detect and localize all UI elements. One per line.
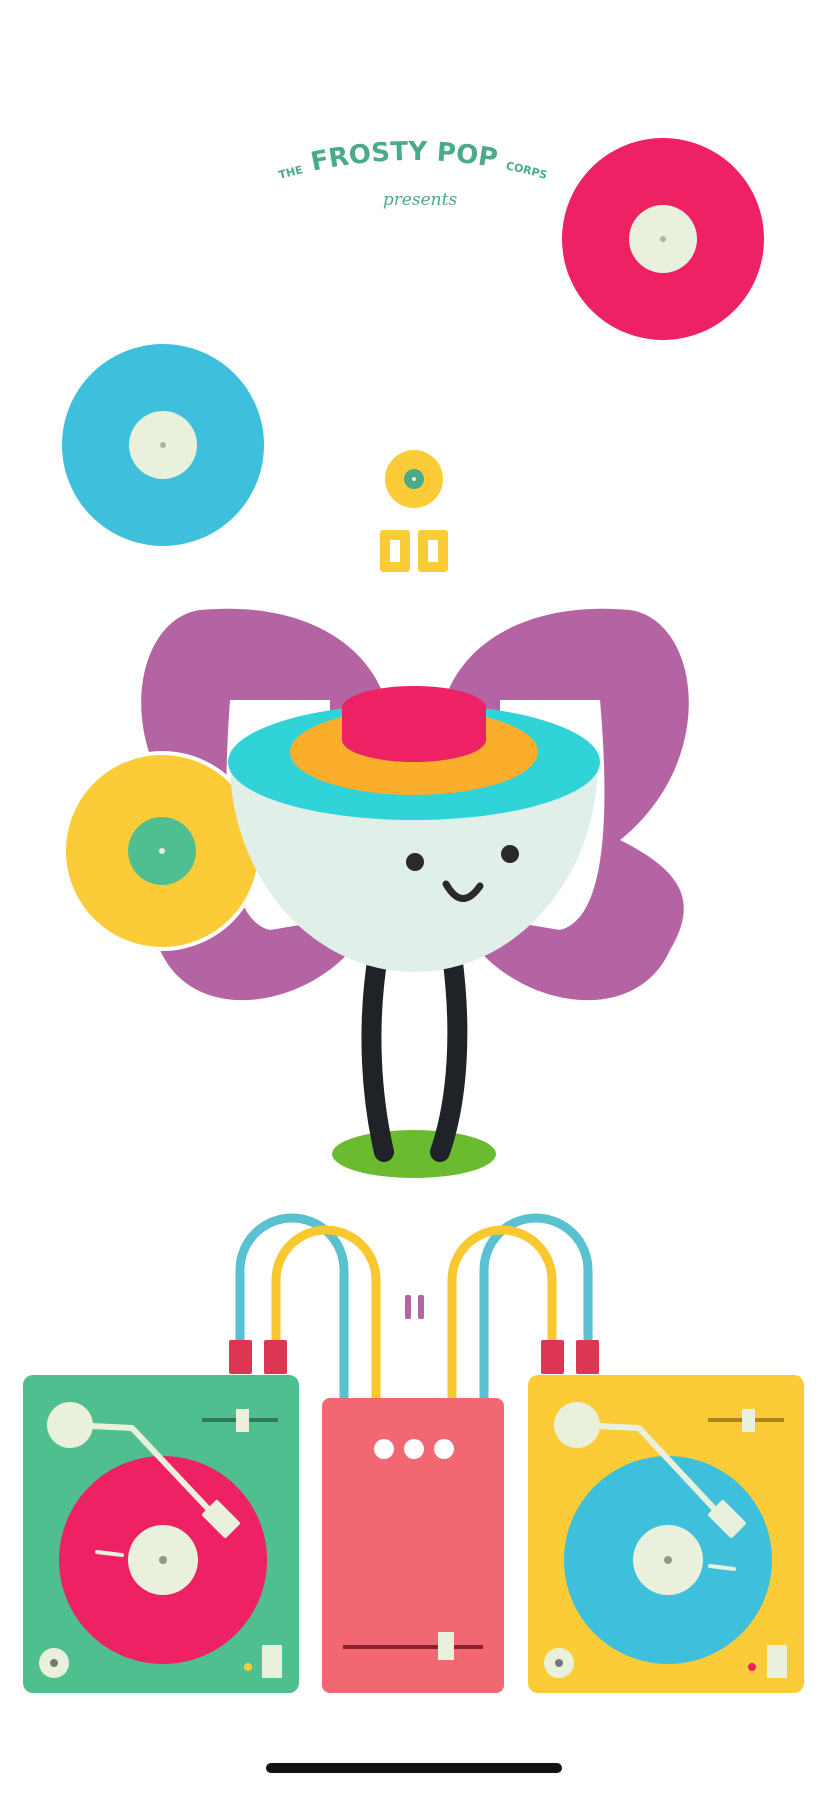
pitch-slider-left[interactable]	[236, 1409, 249, 1432]
pause-button[interactable]	[396, 1290, 432, 1326]
svg-text:THE FROSTY POP: THE FROSTY POP CORPS	[277, 137, 549, 182]
brand-logo: THE FROSTY POP CORPS presents	[277, 137, 549, 210]
crossfader[interactable]	[438, 1632, 454, 1660]
pause-icon	[405, 1295, 411, 1319]
vinyl-record-pink-icon	[562, 138, 764, 340]
turntable-green[interactable]	[23, 1375, 299, 1693]
brand-corps: CORPS	[505, 159, 549, 182]
brand-presents: presents	[383, 190, 458, 210]
pitch-slider-right[interactable]	[742, 1409, 755, 1432]
mixer[interactable]	[322, 1398, 504, 1693]
home-indicator[interactable]	[266, 1763, 562, 1773]
plugs	[229, 1340, 599, 1374]
bowl-character[interactable]	[62, 608, 689, 1178]
legs	[332, 945, 496, 1178]
turntable-yellow[interactable]	[528, 1375, 804, 1693]
brand-name: FROSTY POP	[308, 137, 499, 178]
start-button-left[interactable]	[262, 1645, 282, 1678]
title-glyph	[380, 450, 448, 572]
start-button-right[interactable]	[767, 1645, 787, 1678]
vinyl-record-blue-icon	[62, 344, 264, 546]
brand-the: THE	[277, 163, 304, 182]
